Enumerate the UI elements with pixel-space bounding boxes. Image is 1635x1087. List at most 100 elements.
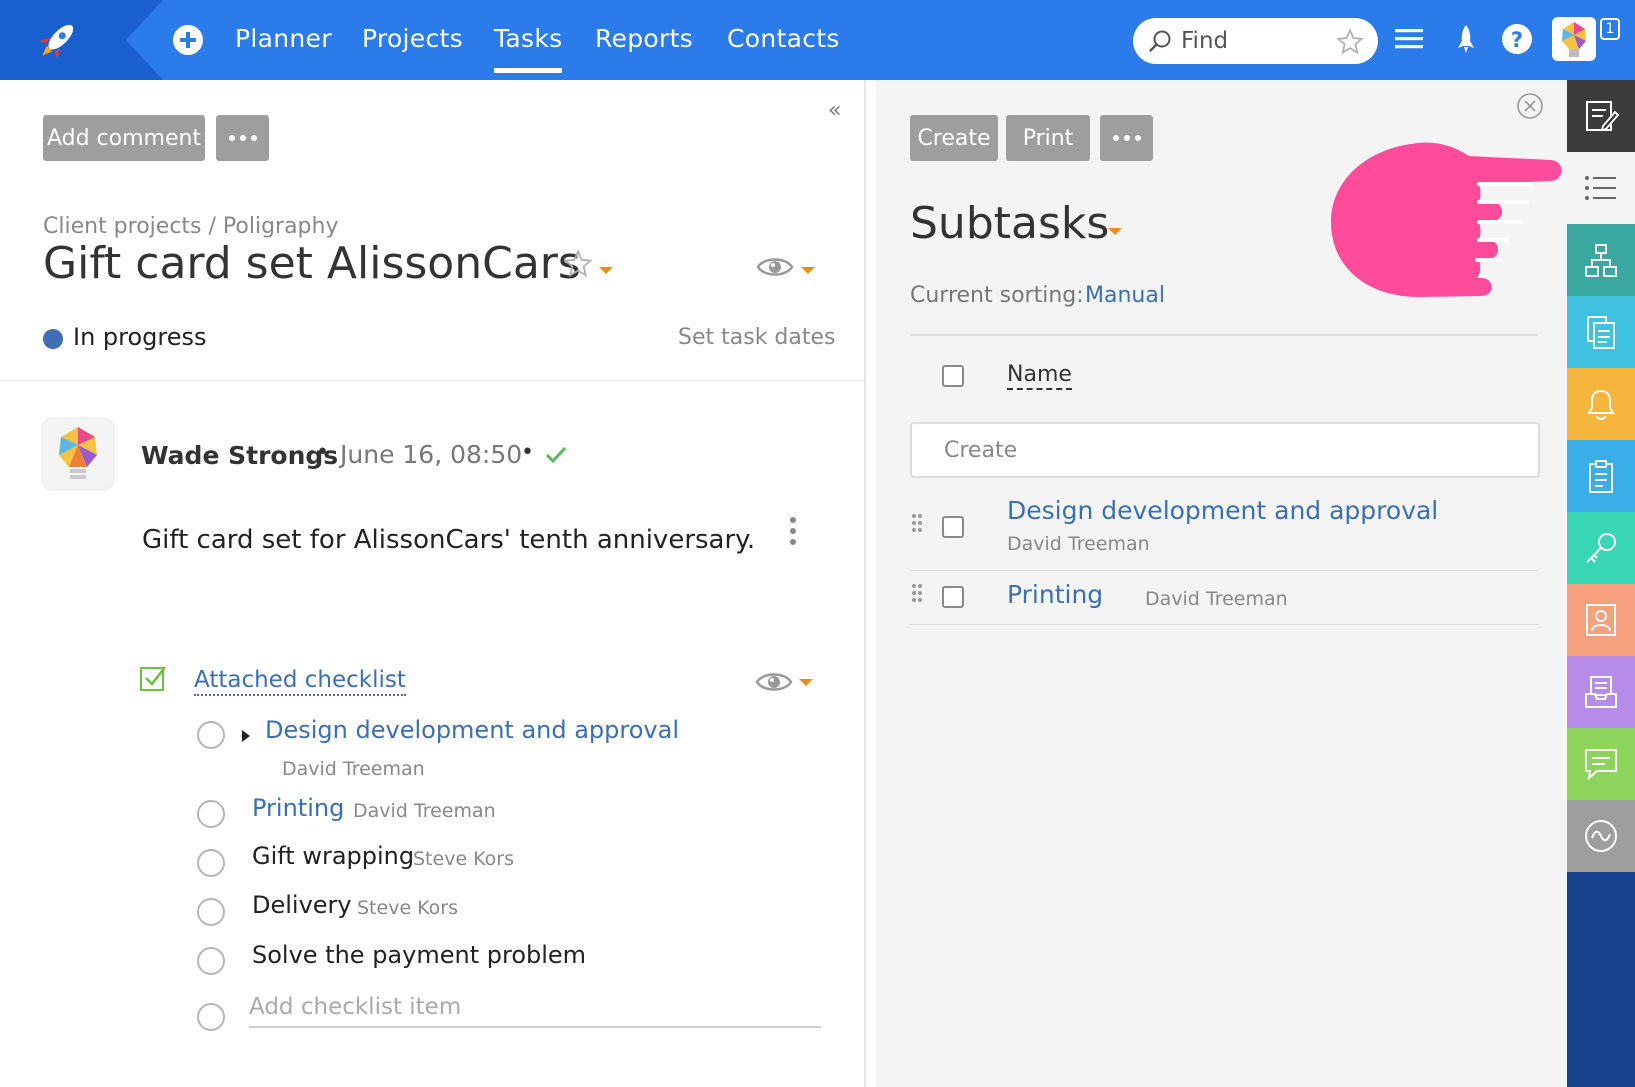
strip-documents-button[interactable] xyxy=(1567,296,1635,368)
checklist-item-label[interactable]: Delivery xyxy=(252,891,352,919)
status-indicator-icon xyxy=(43,329,63,349)
hierarchy-icon xyxy=(1585,244,1617,277)
key-icon xyxy=(1586,533,1616,563)
divider xyxy=(910,570,1538,571)
sorting-value-link[interactable]: Manual xyxy=(1085,283,1165,308)
pointing-hand-icon xyxy=(1331,142,1562,298)
more-actions-button[interactable] xyxy=(216,115,269,161)
more-actions-button[interactable] xyxy=(1100,115,1153,161)
checklist-item-checkbox[interactable] xyxy=(197,800,225,828)
print-button[interactable]: Print xyxy=(1006,115,1090,161)
checkmark-icon xyxy=(545,446,567,464)
subtask-checkbox[interactable] xyxy=(942,586,964,608)
checklist-dropdown-caret-icon[interactable] xyxy=(799,679,813,686)
checklist-item-checkbox[interactable] xyxy=(197,721,225,749)
add-item-circle xyxy=(197,1003,225,1031)
checklist-item-checkbox[interactable] xyxy=(197,947,225,975)
checklist-item-label[interactable]: Design development and approval xyxy=(265,716,679,744)
rocket-icon[interactable] xyxy=(1449,22,1483,56)
checklist-item-label[interactable]: Printing xyxy=(252,794,344,822)
drag-handle-icon[interactable] xyxy=(912,584,922,608)
subtask-link[interactable]: Design development and approval xyxy=(1007,496,1438,525)
checklist-item-label[interactable]: Solve the payment problem xyxy=(252,941,586,969)
nav-projects[interactable]: Projects xyxy=(362,24,463,53)
select-all-checkbox[interactable] xyxy=(942,365,964,387)
checklist-item-assignee: David Treeman xyxy=(282,758,425,780)
add-comment-button[interactable]: Add comment xyxy=(43,115,205,161)
nav-planner[interactable]: Planner xyxy=(235,24,332,53)
add-checklist-item-input[interactable]: Add checklist item xyxy=(249,994,821,1028)
top-navigation-bar: Planner Projects Tasks Reports Contacts … xyxy=(0,0,1635,80)
menu-icon[interactable] xyxy=(1392,22,1426,56)
clipboard-icon xyxy=(1589,460,1613,493)
task-detail-panel: Add comment « Client projects / Poligrap… xyxy=(0,80,866,1087)
checklist-eye-icon[interactable] xyxy=(755,669,793,695)
edit-note-icon xyxy=(1586,101,1619,132)
set-task-dates-link[interactable]: Set task dates xyxy=(678,325,836,350)
side-toolbar xyxy=(1567,80,1635,1087)
nav-contacts[interactable]: Contacts xyxy=(727,24,840,53)
name-column-header[interactable]: Name xyxy=(1007,362,1072,390)
separator-dot: • xyxy=(316,440,329,465)
strip-hierarchy-button[interactable] xyxy=(1567,224,1635,296)
task-status[interactable]: In progress xyxy=(73,323,207,351)
user-avatar[interactable] xyxy=(1552,17,1596,61)
divider xyxy=(0,380,866,381)
nav-tasks[interactable]: Tasks xyxy=(494,24,563,73)
strip-chat-button[interactable] xyxy=(1567,728,1635,800)
divider xyxy=(910,624,1538,625)
favorite-star-icon[interactable] xyxy=(563,249,593,279)
help-icon[interactable]: ? xyxy=(1500,22,1534,56)
divider xyxy=(910,334,1538,336)
notification-badge[interactable]: 1 xyxy=(1600,18,1620,40)
checklist-item-label[interactable]: Gift wrapping xyxy=(252,842,414,870)
close-icon[interactable] xyxy=(1516,92,1544,120)
app-logo[interactable] xyxy=(0,0,170,80)
sorting-label: Current sorting: xyxy=(910,283,1084,308)
create-subtask-field xyxy=(910,422,1540,478)
title-dropdown-caret-icon[interactable] xyxy=(599,267,613,274)
collapse-panel-icon[interactable]: « xyxy=(828,98,841,123)
expand-arrow-icon[interactable] xyxy=(242,730,250,742)
watch-eye-icon[interactable] xyxy=(756,254,794,280)
breadcrumb[interactable]: Client projects / Poligraphy xyxy=(43,214,339,239)
create-subtask-input[interactable] xyxy=(912,424,1538,476)
create-button[interactable]: Create xyxy=(910,115,998,161)
author-avatar[interactable] xyxy=(43,419,113,489)
checklist-item-assignee: David Treeman xyxy=(353,800,496,822)
checklist-item-checkbox[interactable] xyxy=(197,898,225,926)
strip-clipboard-button[interactable] xyxy=(1567,440,1635,512)
comment-date: June 16, 08:50 xyxy=(340,440,523,469)
search-input[interactable] xyxy=(1181,26,1321,56)
strip-list-button[interactable] xyxy=(1567,152,1635,224)
strip-inbox-button[interactable] xyxy=(1567,656,1635,728)
strip-access-button[interactable] xyxy=(1567,512,1635,584)
strip-contacts-button[interactable] xyxy=(1567,584,1635,656)
strip-edit-button[interactable] xyxy=(1567,80,1635,152)
subtasks-panel: Create Print Subtasks Current sorting: M… xyxy=(876,80,1567,1087)
svg-text:?: ? xyxy=(1511,28,1523,52)
nav-reports[interactable]: Reports xyxy=(595,24,693,53)
attached-checklist-link[interactable]: Attached checklist xyxy=(194,666,406,696)
strip-reminders-button[interactable] xyxy=(1567,368,1635,440)
subtask-link[interactable]: Printing xyxy=(1007,580,1103,609)
subtasks-dropdown-caret-icon[interactable] xyxy=(1108,228,1122,235)
comment-author[interactable]: Wade Strongs xyxy=(141,441,338,470)
add-new-icon[interactable] xyxy=(173,25,203,55)
checklist-checkbox-icon xyxy=(140,666,166,691)
comment-menu-icon[interactable] xyxy=(790,517,798,551)
strip-activity-button[interactable] xyxy=(1567,800,1635,872)
favorite-star-icon[interactable] xyxy=(1336,28,1364,56)
checklist-item-checkbox[interactable] xyxy=(197,849,225,877)
activity-icon xyxy=(1585,820,1617,852)
checklist-item-assignee: Steve Kors xyxy=(413,848,515,870)
search-icon xyxy=(1149,30,1171,52)
subtask-checkbox[interactable] xyxy=(942,516,964,538)
subtasks-title: Subtasks xyxy=(910,198,1110,249)
task-title: Gift card set AlissonCars xyxy=(43,238,581,289)
chat-icon xyxy=(1585,749,1617,781)
checklist-item-assignee: Steve Kors xyxy=(357,897,459,919)
search-box xyxy=(1133,18,1378,64)
drag-handle-icon[interactable] xyxy=(912,514,922,538)
watch-dropdown-caret-icon[interactable] xyxy=(801,267,815,274)
